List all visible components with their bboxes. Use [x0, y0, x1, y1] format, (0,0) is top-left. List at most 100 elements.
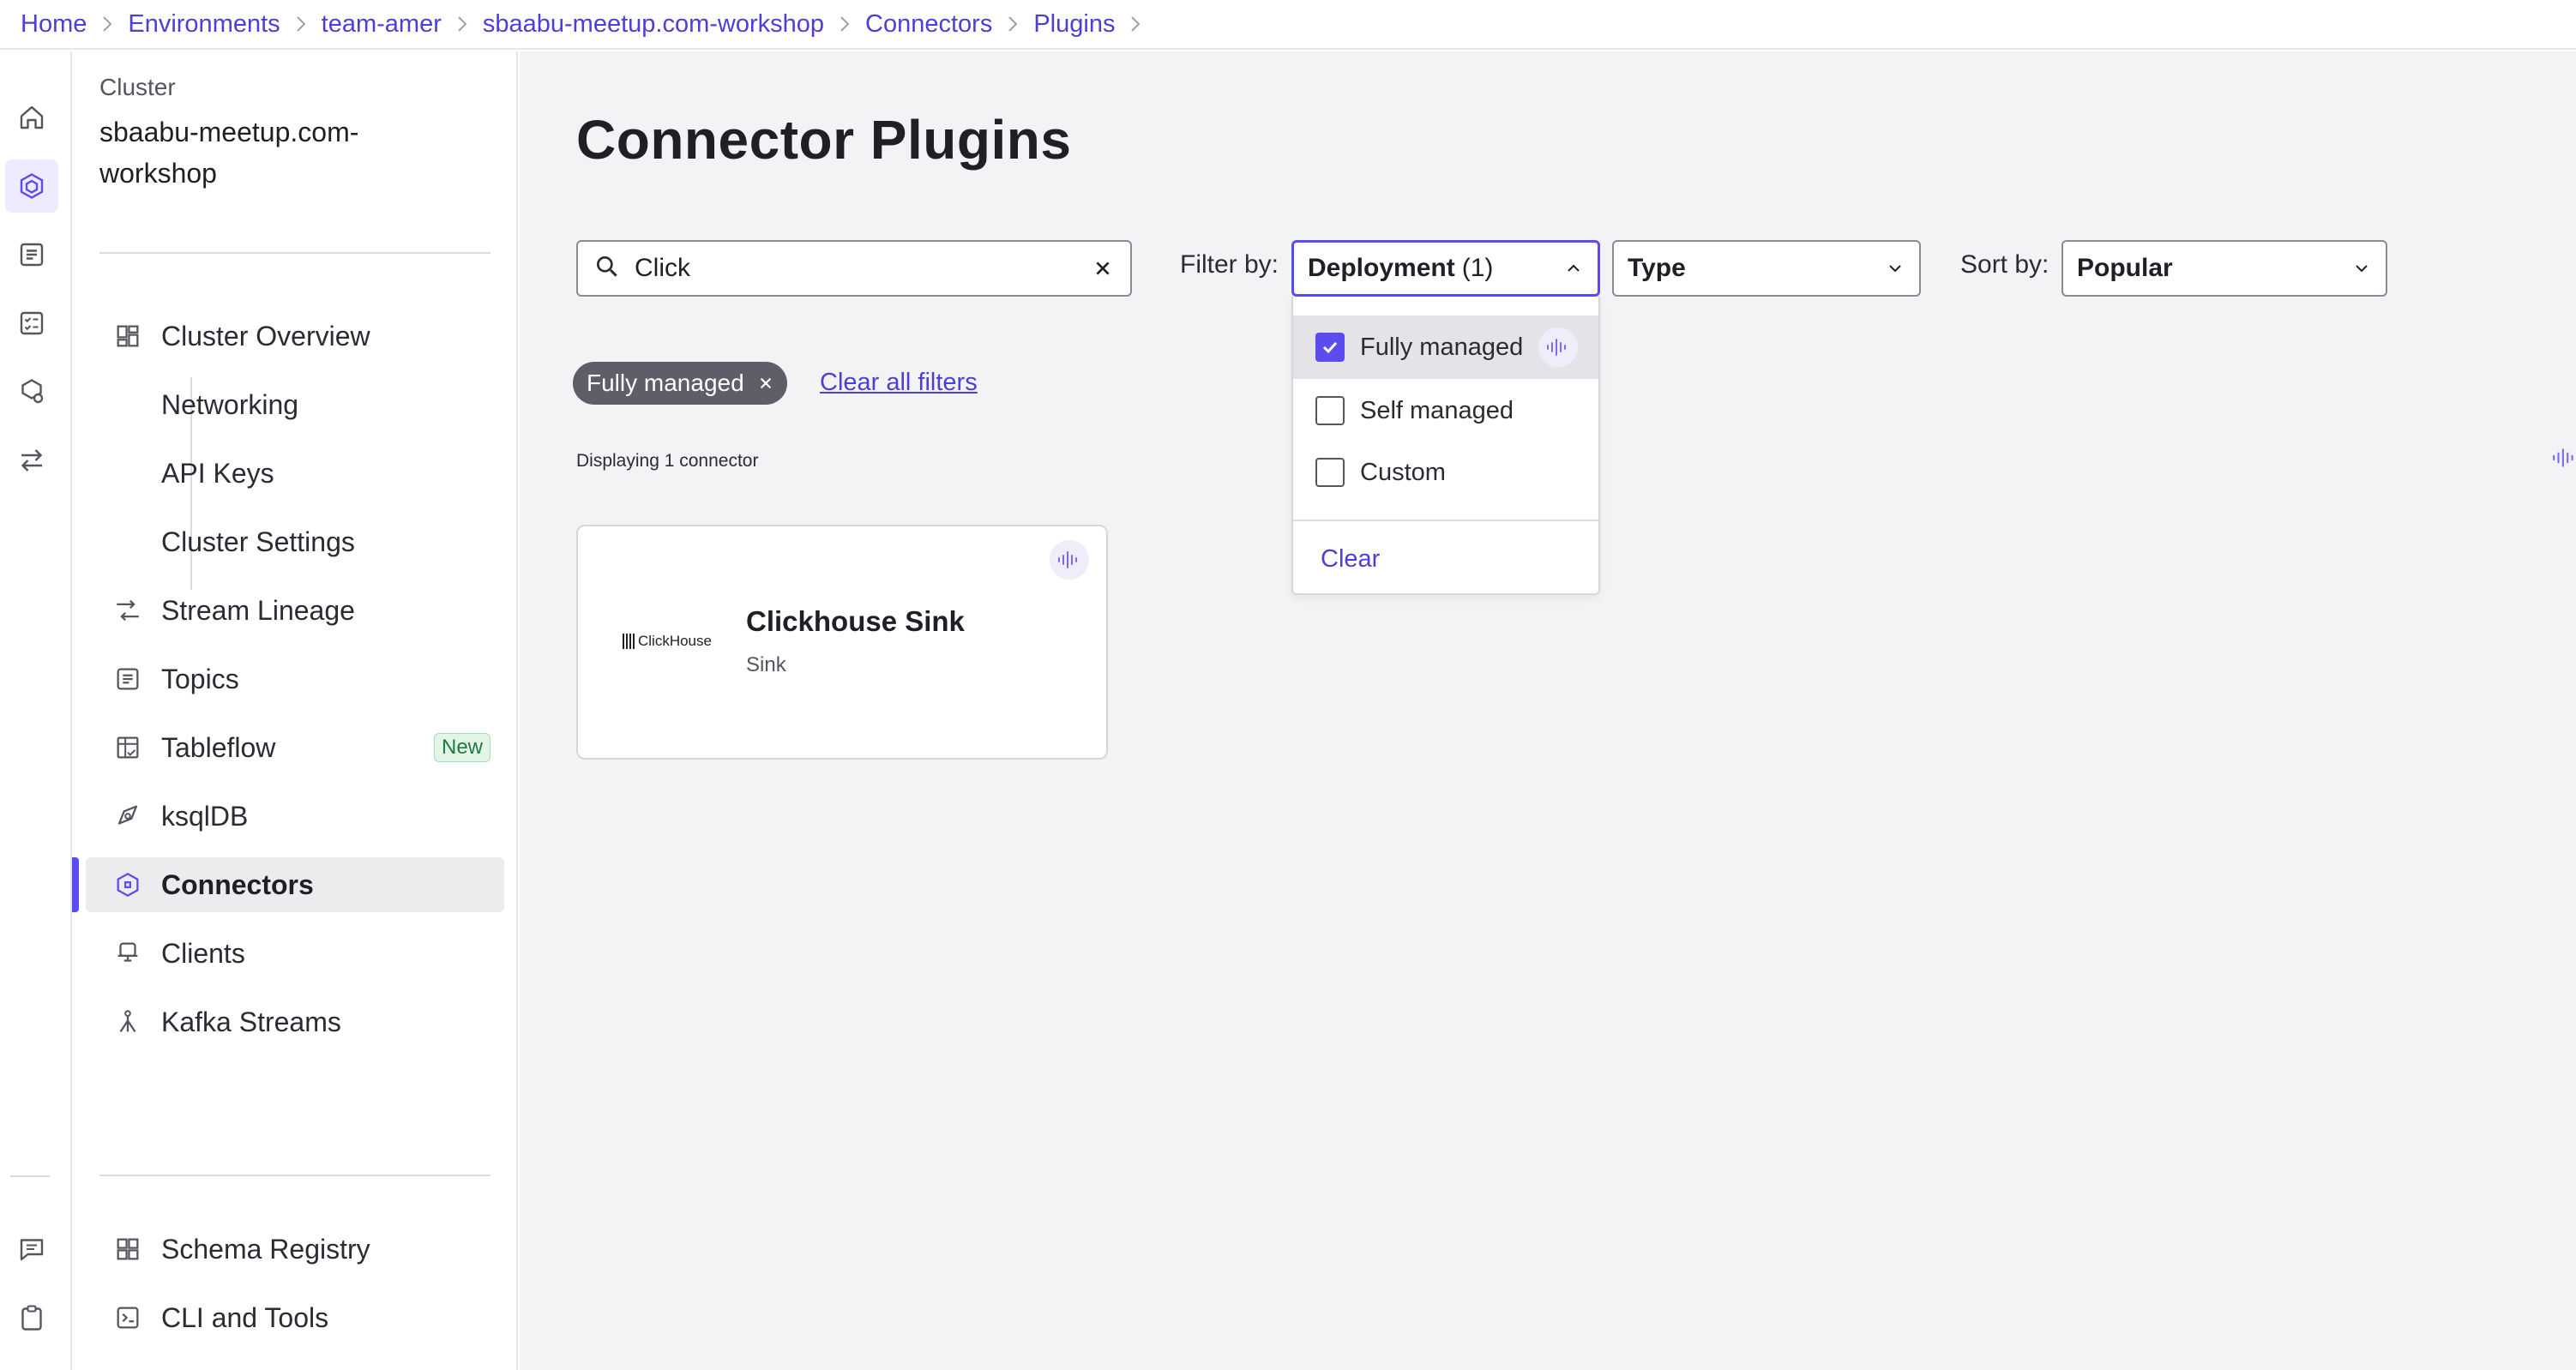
sidebar-item-label: Kafka Streams — [161, 1006, 341, 1037]
breadcrumb-home[interactable]: Home — [21, 10, 87, 39]
sidebar-item-label: Tableflow — [161, 731, 276, 763]
chevron-down-icon — [1885, 258, 1905, 279]
chevron-right-icon — [442, 15, 483, 33]
checklist-icon[interactable] — [5, 297, 58, 350]
deployment-filter-select[interactable]: Deployment (1) — [1291, 240, 1600, 297]
marketplace-icon[interactable] — [5, 365, 58, 418]
connector-type: Sink — [746, 653, 786, 676]
topics-icon — [113, 664, 142, 694]
search-box — [576, 240, 1132, 297]
dropdown-divider — [1293, 520, 1598, 521]
checkbox-checked[interactable] — [1315, 333, 1345, 362]
close-icon[interactable] — [1091, 256, 1115, 280]
sidebar-item-clients[interactable]: Clients — [86, 926, 504, 981]
sidebar-item-topics[interactable]: Topics — [86, 652, 504, 706]
clients-icon — [113, 939, 142, 968]
schema-registry-icon — [113, 1235, 142, 1264]
clickhouse-bars-icon — [623, 634, 635, 649]
checkbox[interactable] — [1315, 458, 1345, 487]
sort-select[interactable]: Popular — [2061, 240, 2387, 297]
sidebar-item-cli-and-tools[interactable]: CLI and Tools — [86, 1290, 504, 1345]
dashboard-icon — [113, 321, 142, 351]
clipboard-icon[interactable] — [5, 1291, 58, 1344]
sidebar-item-label: Schema Registry — [161, 1233, 370, 1265]
logo-text: ClickHouse — [638, 633, 712, 649]
deployment-dropdown-menu: Fully managed Self managed Custom Clear — [1291, 297, 1600, 595]
clickhouse-logo: ClickHouse — [623, 633, 712, 650]
chevron-right-icon — [992, 15, 1033, 33]
option-fully-managed[interactable]: Fully managed — [1293, 315, 1598, 379]
sidebar-item-ksqldb[interactable]: ksqlDB — [86, 789, 504, 844]
option-label: Self managed — [1360, 396, 1514, 424]
breadcrumb-plugins[interactable]: Plugins — [1033, 10, 1115, 39]
sidebar-item-label: API Keys — [161, 457, 274, 489]
sidebar-item-tableflow[interactable]: Tableflow New — [86, 720, 504, 775]
chevron-right-icon — [87, 15, 128, 33]
breadcrumb-environment[interactable]: team-amer — [322, 10, 442, 39]
kafka-streams-icon — [113, 1007, 142, 1037]
sidebar-item-networking[interactable]: Networking — [86, 377, 504, 432]
sidebar-item-connectors[interactable]: Connectors — [86, 857, 504, 912]
sidebar-item-label: Networking — [161, 388, 299, 420]
ai-sparkle-icon[interactable] — [2552, 448, 2576, 468]
chevron-right-icon — [280, 15, 322, 33]
sort-label: Sort by: — [1960, 250, 2049, 279]
ai-sparkle-icon[interactable] — [1050, 540, 1089, 580]
option-custom[interactable]: Custom — [1293, 441, 1598, 504]
home-icon[interactable] — [5, 91, 58, 144]
sidebar-item-label: Topics — [161, 663, 239, 694]
connectors-icon — [113, 870, 142, 899]
clusters-icon[interactable] — [5, 159, 58, 213]
breadcrumb-environments[interactable]: Environments — [128, 10, 280, 39]
option-label: Custom — [1360, 458, 1446, 486]
search-icon — [593, 253, 621, 285]
ai-sparkle-icon[interactable] — [1538, 327, 1579, 367]
chip-label: Fully managed — [587, 370, 744, 396]
sidebar-item-label: Connectors — [161, 868, 314, 900]
tableflow-icon — [113, 733, 142, 762]
rail-divider — [10, 1175, 50, 1177]
sidebar-item-api-keys[interactable]: API Keys — [86, 446, 504, 501]
breadcrumb: Home Environments team-amer sbaabu-meetu… — [0, 0, 2576, 50]
filter-chip[interactable]: Fully managed — [573, 362, 787, 405]
icon-rail — [0, 51, 72, 1370]
sidebar-item-label: Cluster Settings — [161, 526, 355, 557]
chevron-down-icon — [2351, 258, 2372, 279]
sidebar-item-stream-lineage[interactable]: Stream Lineage — [86, 583, 504, 638]
sidebar-divider — [99, 252, 491, 254]
connector-card[interactable]: ClickHouse Clickhouse Sink Sink — [576, 525, 1108, 760]
option-self-managed[interactable]: Self managed — [1293, 379, 1598, 442]
connector-name: Clickhouse Sink — [746, 605, 965, 637]
select-label: Deployment — [1308, 254, 1455, 282]
transfer-icon[interactable] — [5, 434, 58, 487]
type-filter-select[interactable]: Type — [1612, 240, 1921, 297]
option-label: Fully managed — [1360, 333, 1524, 361]
checkbox[interactable] — [1315, 396, 1345, 425]
new-badge: New — [433, 733, 491, 762]
breadcrumb-connectors[interactable]: Connectors — [865, 10, 992, 39]
sidebar-item-label: Cluster Overview — [161, 320, 370, 352]
select-label: Type — [1628, 254, 1686, 282]
cluster-name: sbaabu-meetup.com-workshop — [99, 117, 359, 189]
sidebar-item-cluster-settings[interactable]: Cluster Settings — [86, 514, 504, 569]
close-icon[interactable] — [758, 376, 773, 391]
sidebar: Cluster sbaabu-meetup.com-workshop Clust… — [72, 51, 518, 1370]
clear-all-filters-link[interactable]: Clear all filters — [820, 369, 978, 397]
chevron-up-icon — [1563, 258, 1584, 279]
sidebar-item-cluster-overview[interactable]: Cluster Overview — [86, 309, 504, 364]
filter-label: Filter by: — [1180, 250, 1279, 279]
sidebar-section-label: Cluster — [99, 74, 176, 100]
sidebar-item-kafka-streams[interactable]: Kafka Streams — [86, 994, 504, 1049]
lineage-icon — [113, 596, 142, 625]
breadcrumb-cluster[interactable]: sbaabu-meetup.com-workshop — [483, 10, 824, 39]
sidebar-item-label: ksqlDB — [161, 800, 249, 832]
docs-icon[interactable] — [5, 228, 58, 281]
chevron-right-icon — [824, 15, 865, 33]
sidebar-divider — [99, 1175, 491, 1176]
chat-icon[interactable] — [5, 1223, 58, 1276]
dropdown-clear-link[interactable]: Clear — [1321, 545, 1380, 574]
search-input[interactable] — [635, 254, 1091, 283]
sidebar-item-label: Stream Lineage — [161, 594, 355, 626]
sidebar-item-schema-registry[interactable]: Schema Registry — [86, 1222, 504, 1277]
select-label: Popular — [2077, 254, 2173, 282]
